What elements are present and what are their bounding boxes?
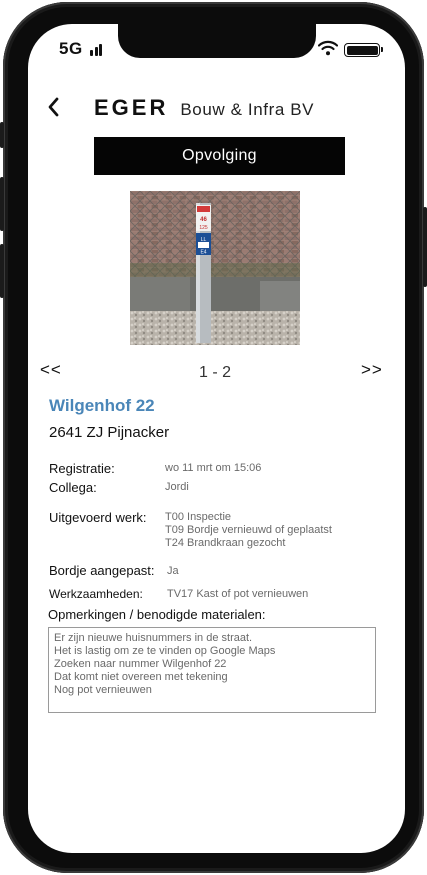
signal-icon xyxy=(90,43,106,56)
werkzaamheden-value: TV17 Kast of pot vernieuwen xyxy=(167,588,309,600)
page-title: Opvolging xyxy=(94,137,345,175)
collega-label: Collega: xyxy=(49,480,97,495)
werk-item: T24 Brandkraan gezocht xyxy=(165,537,286,549)
site-photo[interactable]: 46 125 LL E4 xyxy=(130,191,300,345)
wifi-icon xyxy=(318,40,338,56)
back-button[interactable] xyxy=(41,94,65,120)
brand-name: EGER xyxy=(94,95,169,120)
notch xyxy=(118,24,316,58)
werkzaamheden-label: Werkzaamheden: xyxy=(49,587,143,601)
app-screen: 5G EGER Bouw & Infra BV Opvolging 46 125… xyxy=(28,24,405,853)
battery-icon xyxy=(344,43,383,57)
postal-city: 2641 ZJ Pijnacker xyxy=(49,424,170,441)
collega-value: Jordi xyxy=(165,481,189,493)
next-photo-button[interactable]: >> xyxy=(361,360,383,380)
volume-up-button xyxy=(0,177,4,231)
sign-mid-value: 125 xyxy=(199,225,208,231)
werk-item: T09 Bordje vernieuwd of geplaatst xyxy=(165,524,332,536)
chevron-left-icon xyxy=(48,97,59,117)
previous-photo-button[interactable]: << xyxy=(40,360,62,380)
phone-frame: 5G EGER Bouw & Infra BV Opvolging 46 125… xyxy=(0,2,427,873)
brand-logo: EGER Bouw & Infra BV xyxy=(94,95,314,121)
power-button xyxy=(423,207,427,287)
sign-top-value: 46 xyxy=(200,217,207,223)
bordje-label: Bordje aangepast: xyxy=(49,563,155,578)
mute-switch xyxy=(0,122,4,148)
bordje-value: Ja xyxy=(167,565,179,577)
registratie-value: wo 11 mrt om 15:06 xyxy=(165,462,262,474)
remarks-label: Opmerkingen / benodigde materialen: xyxy=(48,607,266,622)
sign-low-value: LL xyxy=(201,237,207,243)
werk-item: T00 Inspectie xyxy=(165,511,232,523)
remarks-textarea[interactable]: Er zijn nieuwe huisnummers in de straat.… xyxy=(48,627,376,713)
werk-label: Uitgevoerd werk: xyxy=(49,510,147,525)
brand-subtitle: Bouw & Infra BV xyxy=(180,100,315,119)
volume-down-button xyxy=(0,244,4,298)
sign-bot-value: E4 xyxy=(200,250,206,256)
network-label: 5G xyxy=(59,39,83,58)
page-indicator: 1 - 2 xyxy=(198,364,231,381)
registratie-label: Registratie: xyxy=(49,461,115,476)
street-address: Wilgenhof 22 xyxy=(49,396,155,415)
